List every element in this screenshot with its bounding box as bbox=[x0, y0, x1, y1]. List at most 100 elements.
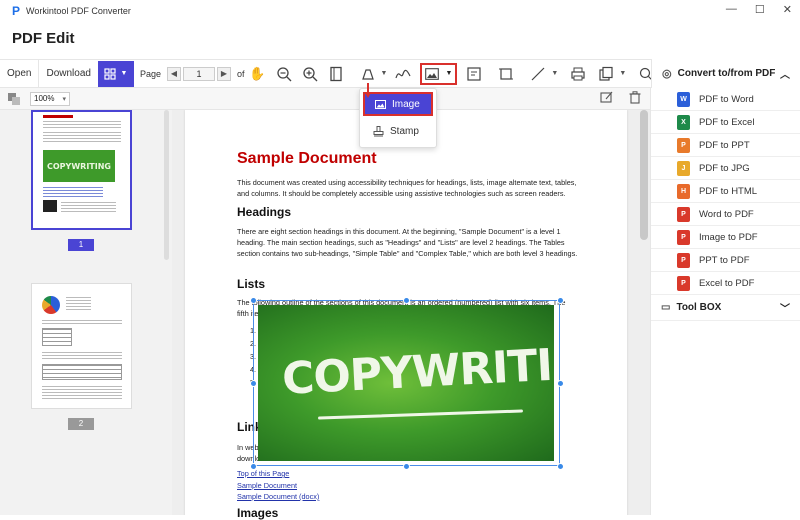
resize-handle[interactable] bbox=[403, 297, 410, 304]
file-type-icon: H bbox=[677, 183, 690, 199]
convert-item-label: Word to PDF bbox=[699, 208, 754, 220]
convert-item[interactable]: P Word to PDF bbox=[651, 203, 800, 226]
doc-link[interactable]: Top of this Page bbox=[237, 469, 289, 478]
insert-image-tool[interactable]: ▼ bbox=[420, 62, 458, 85]
toolbox-header[interactable]: ▭ Tool BOX ﹀ bbox=[651, 295, 800, 321]
convert-item[interactable]: P Image to PDF bbox=[651, 226, 800, 249]
convert-item-label: PDF to PPT bbox=[699, 139, 750, 151]
convert-item-label: PDF to JPG bbox=[699, 162, 750, 174]
convert-item[interactable]: P Excel to PDF bbox=[651, 272, 800, 295]
file-type-icon: J bbox=[677, 160, 690, 176]
menu-item-stamp-label: Stamp bbox=[390, 125, 419, 137]
image-icon bbox=[425, 67, 440, 80]
app-title: Workintool PDF Converter bbox=[26, 6, 131, 16]
doc-title: Sample Document bbox=[237, 150, 377, 167]
menu-item-stamp[interactable]: Stamp bbox=[363, 120, 433, 142]
pen-tool-icon[interactable] bbox=[357, 63, 379, 85]
image-selection-box[interactable] bbox=[253, 300, 560, 466]
convert-section-header[interactable]: ◎ Convert to/from PDF ︿ bbox=[651, 59, 800, 88]
resize-handle[interactable] bbox=[250, 297, 257, 304]
zoom-select[interactable]: 100% bbox=[30, 91, 70, 106]
chevron-up-icon: ︿ bbox=[780, 70, 790, 81]
image-icon bbox=[375, 99, 386, 109]
page-navigator: Page ◀ 1 ▶ of bbox=[139, 66, 245, 81]
convert-item-label: Excel to PDF bbox=[699, 277, 755, 289]
app-logo-icon: P bbox=[12, 4, 21, 18]
doc-link[interactable]: Sample Document bbox=[237, 481, 297, 490]
thumbnail-view-button[interactable]: ▼ bbox=[97, 60, 134, 87]
signature-icon[interactable] bbox=[392, 63, 414, 85]
thumbnail-scrollbar[interactable] bbox=[164, 110, 169, 260]
zoom-value: 100% bbox=[34, 94, 55, 103]
convert-item[interactable]: J PDF to JPG bbox=[651, 157, 800, 180]
file-type-icon: X bbox=[677, 114, 690, 130]
crop-icon[interactable] bbox=[495, 63, 517, 85]
resize-handle[interactable] bbox=[557, 463, 564, 470]
download-button[interactable]: Download bbox=[39, 60, 97, 87]
copy-icon[interactable] bbox=[595, 63, 617, 85]
next-page-button[interactable]: ▶ bbox=[216, 66, 231, 81]
file-type-icon: P bbox=[677, 252, 690, 268]
file-type-icon: P bbox=[677, 275, 690, 291]
zoom-in-icon[interactable] bbox=[299, 63, 321, 85]
convert-item-label: PDF to HTML bbox=[699, 185, 758, 197]
doc-heading-images: Images bbox=[237, 506, 279, 520]
menu-item-image-label: Image bbox=[392, 98, 420, 110]
convert-section-title: Convert to/from PDF bbox=[677, 68, 776, 79]
convert-item[interactable]: X PDF to Excel bbox=[651, 111, 800, 134]
maximize-button[interactable]: ☐ bbox=[755, 3, 765, 16]
menu-item-image[interactable]: Image bbox=[363, 92, 433, 116]
doc-link[interactable]: Sample Document (docx) bbox=[237, 492, 319, 501]
resize-handle[interactable] bbox=[250, 463, 257, 470]
convert-icon: ◎ bbox=[662, 68, 672, 80]
toolbox-title: Tool BOX bbox=[676, 302, 722, 313]
file-type-icon: P bbox=[677, 229, 690, 245]
convert-item-label: PDF to Excel bbox=[699, 116, 755, 128]
delete-icon[interactable] bbox=[629, 91, 641, 107]
print-icon[interactable] bbox=[567, 63, 589, 85]
convert-item[interactable]: P PPT to PDF bbox=[651, 249, 800, 272]
page-number-badge: 1 bbox=[68, 239, 94, 251]
line-tool-icon[interactable] bbox=[527, 63, 549, 85]
convert-item[interactable]: H PDF to HTML bbox=[651, 180, 800, 203]
convert-item-label: Image to PDF bbox=[699, 231, 758, 243]
page-thumbnail[interactable] bbox=[31, 283, 132, 409]
page-thumbnail[interactable]: COPYWRITING bbox=[31, 110, 132, 230]
zoom-out-icon[interactable] bbox=[273, 63, 295, 85]
convert-panel: W PDF to Word X PDF to Excel P PDF to PPT J PDF… bbox=[650, 88, 800, 515]
doc-headings-text: There are eight section headings in this… bbox=[237, 227, 578, 258]
page-label: Page bbox=[139, 68, 161, 79]
page-title: PDF Edit bbox=[12, 30, 75, 47]
resize-handle[interactable] bbox=[403, 463, 410, 470]
minimize-button[interactable]: — bbox=[726, 3, 737, 16]
pen-dropdown-icon[interactable]: ▼ bbox=[381, 70, 388, 77]
line-dropdown-icon[interactable]: ▼ bbox=[551, 70, 558, 77]
chevron-down-icon: ▼ bbox=[445, 70, 453, 77]
layers-icon[interactable] bbox=[8, 92, 20, 105]
resize-handle[interactable] bbox=[557, 380, 564, 387]
hand-tool-icon[interactable]: ✋ bbox=[247, 63, 269, 85]
document-scrollbar[interactable] bbox=[640, 110, 648, 240]
convert-item[interactable]: P PDF to PPT bbox=[651, 134, 800, 157]
text-edit-icon[interactable] bbox=[463, 63, 485, 85]
doc-heading-lists: Lists bbox=[237, 277, 266, 291]
copy-dropdown-icon[interactable]: ▼ bbox=[619, 70, 626, 77]
open-button[interactable]: Open bbox=[0, 60, 38, 87]
chevron-down-icon: ﹀ bbox=[780, 304, 790, 315]
resize-handle[interactable] bbox=[250, 380, 257, 387]
close-button[interactable]: ✕ bbox=[783, 3, 792, 16]
thumbnail-panel: COPYWRITING 1 2 bbox=[0, 110, 172, 515]
file-type-icon: W bbox=[677, 91, 690, 107]
toolbox-icon: ▭ bbox=[661, 302, 671, 313]
convert-item[interactable]: W PDF to Word bbox=[651, 88, 800, 111]
resize-handle[interactable] bbox=[557, 297, 564, 304]
file-type-icon: P bbox=[677, 206, 690, 222]
stamp-icon bbox=[373, 125, 384, 136]
fit-page-icon[interactable] bbox=[325, 63, 347, 85]
page-number-input[interactable]: 1 bbox=[182, 66, 215, 81]
file-type-icon: P bbox=[677, 137, 690, 153]
prev-page-button[interactable]: ◀ bbox=[166, 66, 181, 81]
grid-icon bbox=[104, 67, 117, 80]
page-of-label: of bbox=[236, 68, 245, 79]
edit-note-icon[interactable] bbox=[600, 91, 613, 107]
